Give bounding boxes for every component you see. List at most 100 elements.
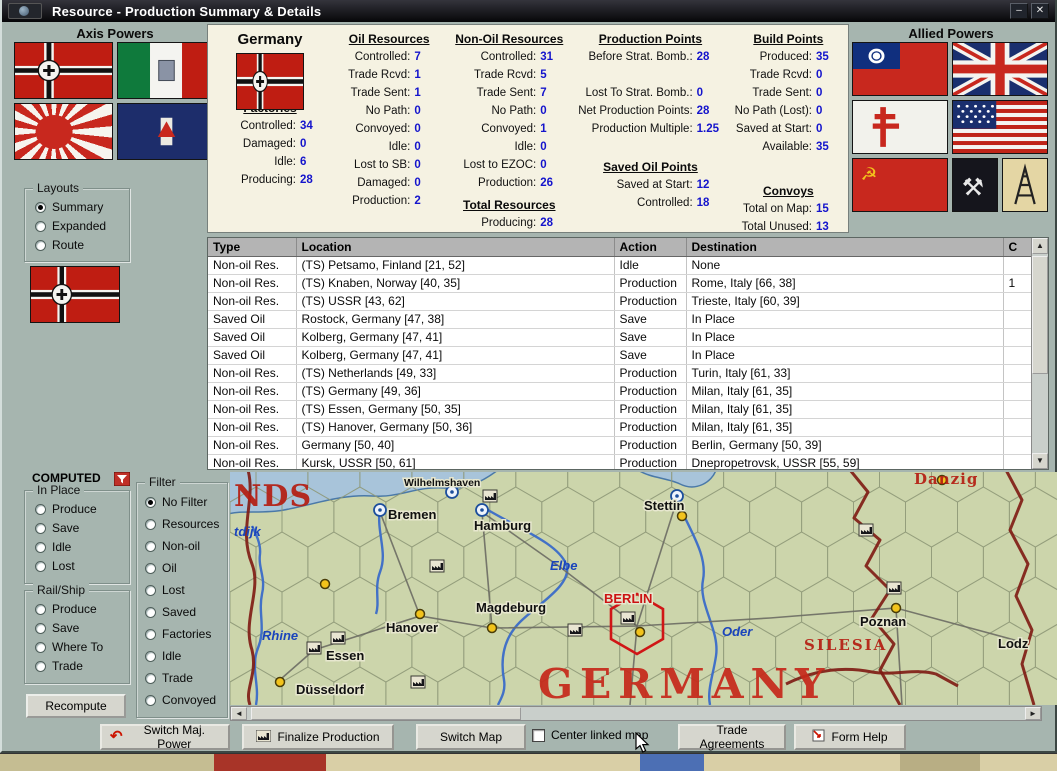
table-scrollbar[interactable]: ▲ ▼ [1031, 238, 1048, 469]
minimize-button[interactable]: – [1010, 3, 1028, 19]
oil-resources-production-stat: Production: 2 [338, 192, 440, 210]
filter-option-convoyed[interactable]: Convoyed [137, 689, 227, 711]
resource-tile[interactable]: ⚒ [952, 158, 998, 212]
table-row[interactable]: Non-oil Res. Kursk, USSR [50, 61] Producti… [208, 454, 1034, 469]
uk-flag[interactable] [952, 42, 1048, 96]
table-row[interactable]: Non-oil Res. Germany [50, 40] Production Be… [208, 436, 1034, 455]
japan-naval-ensign[interactable] [14, 103, 113, 160]
title-bar[interactable]: Resource - Production Summary & Details … [2, 0, 1055, 22]
layouts-option-summary[interactable]: Summary [25, 198, 129, 217]
vichy-france-flag[interactable] [117, 103, 216, 160]
table-row[interactable]: Non-oil Res. (TS) Hanover, Germany [50, 3… [208, 418, 1034, 437]
filter-option-non-oil[interactable]: Non-oil [137, 535, 227, 557]
in-place-option-lost[interactable]: Lost [25, 557, 129, 576]
strategic-map[interactable]: Wilhelmshaven Bremen Hamburg Stettin Hanover… [230, 472, 1057, 705]
region-label-silesia: SILESIA [804, 636, 887, 654]
form-help-button[interactable]: Form Help [794, 724, 906, 750]
filter-option-idle[interactable]: Idle [137, 645, 227, 667]
resource-point[interactable] [890, 602, 902, 614]
table-row[interactable]: Saved Oil Rostock, Germany [47, 38] Save In… [208, 310, 1034, 329]
map-scroll-track[interactable] [247, 707, 1025, 720]
usa-flag[interactable] [952, 100, 1048, 154]
checkbox-box-icon[interactable] [532, 728, 545, 742]
in-place-option-produce[interactable]: Produce [25, 500, 129, 519]
finalize-production-button[interactable]: Finalize Production [242, 724, 394, 750]
scroll-up-icon[interactable]: ▲ [1032, 238, 1048, 254]
factory-icon[interactable] [620, 611, 636, 625]
in-place-option-idle[interactable]: Idle [25, 538, 129, 557]
stat-label: Trade Rcvd: [474, 69, 537, 81]
ussr-flag[interactable]: ☭ [852, 158, 948, 212]
filter-option-trade[interactable]: Trade [137, 667, 227, 689]
layouts-option-expanded[interactable]: Expanded [25, 217, 129, 236]
free-france-flag[interactable] [852, 100, 948, 154]
table-row[interactable]: Non-oil Res. (TS) USSR [43, 62] Production… [208, 292, 1034, 311]
scrollbar-thumb[interactable] [1032, 256, 1048, 374]
table-row[interactable]: Non-oil Res. (TS) Netherlands [49, 33] Pro… [208, 364, 1034, 383]
in-place-option-save[interactable]: Save [25, 519, 129, 538]
map-view[interactable]: Wilhelmshaven Bremen Hamburg Stettin Hanover… [230, 472, 1057, 705]
location-cell: Rostock, Germany [47, 38] [296, 310, 615, 329]
filter-option-no-filter[interactable]: No Filter [137, 491, 227, 513]
trade-agreements-button[interactable]: Trade Agreements [678, 723, 786, 751]
non-oil-resources-idle-stat: Idle: 0 [452, 138, 566, 156]
factory-icon[interactable] [330, 631, 346, 645]
filter-option-resources[interactable]: Resources [137, 513, 227, 535]
trade-rcvd-value: 5 [540, 69, 547, 81]
rail-ship-option-trade[interactable]: Trade [25, 657, 129, 676]
switch-map-button[interactable]: Switch Map [416, 724, 526, 750]
city-label-bremen: Bremen [388, 507, 436, 522]
filter-option-lost[interactable]: Lost [137, 579, 227, 601]
table-row[interactable]: Saved Oil Kolberg, Germany [47, 41] Save In… [208, 328, 1034, 347]
rail-ship-option-where-to[interactable]: Where To [25, 638, 129, 657]
damaged-value: 0 [299, 138, 307, 150]
table-row[interactable]: Saved Oil Kolberg, Germany [47, 41] Save In… [208, 346, 1034, 365]
factory-icon[interactable] [886, 581, 902, 595]
factory-icon[interactable] [858, 523, 874, 537]
filter-option-saved[interactable]: Saved [137, 601, 227, 623]
close-button[interactable]: ✕ [1031, 3, 1049, 19]
river-label-tdijk: tdijk [234, 524, 261, 539]
italy-flag[interactable] [117, 42, 216, 99]
factory-icon[interactable] [567, 623, 583, 637]
factory-icon[interactable] [306, 641, 322, 655]
china-flag[interactable] [852, 42, 948, 96]
rail-ship-option-produce[interactable]: Produce [25, 600, 129, 619]
table-row[interactable]: Non-oil Res. (TS) Knaben, Norway [40, 35]… [208, 274, 1034, 293]
stat-label: Producing: [481, 217, 537, 229]
filter-option-oil[interactable]: Oil [137, 557, 227, 579]
resource-point[interactable] [319, 578, 331, 590]
resource-point[interactable] [486, 622, 498, 634]
factory-icon[interactable] [429, 559, 445, 573]
resource-point[interactable] [414, 608, 426, 620]
table-row[interactable]: Non-oil Res. (TS) Germany [49, 36] Product… [208, 382, 1034, 401]
resource-point[interactable] [274, 676, 286, 688]
table-row[interactable]: Non-oil Res. (TS) Essen, Germany [50, 35]… [208, 400, 1034, 419]
computed-filter-icon[interactable] [113, 471, 131, 487]
c-cell [1003, 418, 1034, 437]
stat-label: Production: [352, 195, 411, 207]
switch-major-power-button[interactable]: ↶ Switch Maj. Power [100, 723, 230, 751]
resource-point[interactable] [634, 626, 646, 638]
map-scroll-thumb[interactable] [251, 707, 521, 720]
table-row[interactable]: Non-oil Res. (TS) Petsamo, Finland [21, 5… [208, 256, 1034, 275]
scroll-right-icon[interactable]: ► [1025, 707, 1041, 720]
center-linked-map-checkbox[interactable]: Center linked map [532, 728, 648, 742]
oil-derrick-tile[interactable] [1002, 158, 1048, 212]
filter-option-factories[interactable]: Factories [137, 623, 227, 645]
recompute-button[interactable]: Recompute [26, 694, 126, 718]
scroll-down-icon[interactable]: ▼ [1032, 453, 1048, 469]
lost-to-ezoc-value: 0 [540, 159, 547, 171]
scrollbar-track[interactable] [1032, 254, 1048, 453]
map-hscrollbar[interactable]: ◄ ► [230, 706, 1042, 721]
destination-cell: In Place [686, 328, 1004, 347]
scroll-left-icon[interactable]: ◄ [231, 707, 247, 720]
layouts-option-route[interactable]: Route [25, 236, 129, 255]
factory-icon[interactable] [482, 489, 498, 503]
producing-value: 28 [540, 217, 554, 229]
stat-label: Before Strat. Bomb.: [588, 51, 693, 63]
factory-icon[interactable] [410, 675, 426, 689]
german-war-ensign[interactable] [14, 42, 113, 99]
rail-ship-option-save[interactable]: Save [25, 619, 129, 638]
production-points-net-production-points-stat: Net Production Points: 28 [578, 102, 722, 120]
